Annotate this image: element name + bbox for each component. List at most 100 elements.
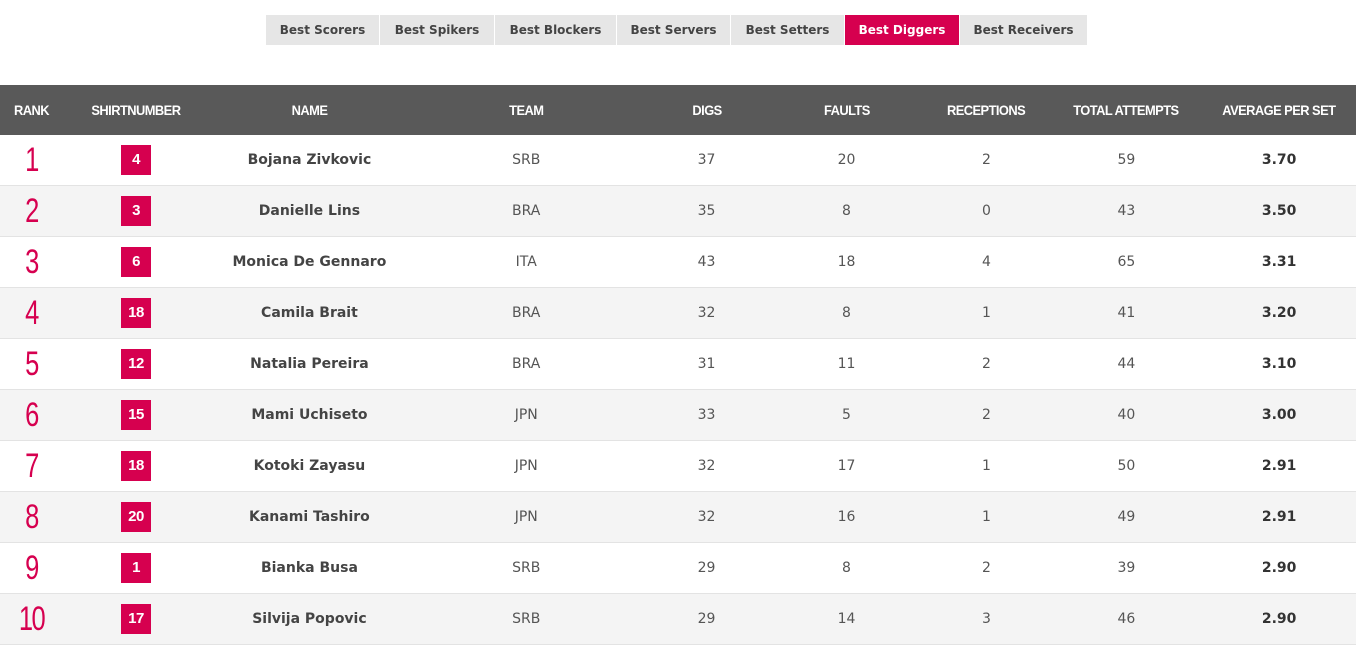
avg-value: 2.91 [1261, 458, 1297, 474]
shirt-number-badge: 1 [120, 553, 151, 583]
total-attempts-cell: 39 [1050, 560, 1202, 576]
tab-best-diggers[interactable]: Best Diggers [845, 15, 959, 45]
faults-value: 8 [842, 560, 851, 576]
team-value: JPN [514, 407, 538, 423]
shirt-number-badge: 20 [120, 502, 151, 532]
receptions-value: 2 [981, 407, 991, 423]
rank-cell: 8 [0, 498, 63, 537]
shirt-number-badge: 6 [120, 247, 151, 277]
tab-best-receivers[interactable]: Best Receivers [960, 15, 1087, 45]
header-rank[interactable]: RANK [3, 102, 61, 118]
average-per-set-cell: 2.90 [1202, 560, 1356, 576]
player-name[interactable]: Bianka Busa [261, 560, 358, 576]
table-row[interactable]: 4 18 Camila Brait BRA 32 8 1 41 3.20 [0, 288, 1356, 339]
digs-cell: 37 [643, 152, 771, 168]
faults-value: 5 [842, 407, 851, 423]
team-cell: JPN [410, 458, 643, 474]
team-cell: SRB [410, 152, 643, 168]
team-cell: SRB [410, 611, 643, 627]
receptions-value: 1 [981, 458, 991, 474]
rank-cell: 3 [0, 243, 63, 282]
total-value: 43 [1117, 203, 1136, 219]
player-name[interactable]: Danielle Lins [259, 203, 360, 219]
team-value: JPN [514, 458, 538, 474]
receptions-cell: 0 [922, 203, 1050, 219]
total-attempts-cell: 41 [1050, 305, 1202, 321]
header-team[interactable]: TEAM [419, 102, 633, 118]
table-row[interactable]: 6 15 Mami Uchiseto JPN 33 5 2 40 3.00 [0, 390, 1356, 441]
table-row[interactable]: 7 18 Kotoki Zayasu JPN 32 17 1 50 2.91 [0, 441, 1356, 492]
avg-value: 3.50 [1261, 203, 1297, 219]
team-cell: JPN [410, 407, 643, 423]
digs-value: 32 [697, 458, 716, 474]
shirt-number-cell: 18 [63, 298, 209, 328]
table-row[interactable]: 9 1 Bianka Busa SRB 29 8 2 39 2.90 [0, 543, 1356, 594]
player-name[interactable]: Silvija Popovic [252, 611, 366, 627]
average-per-set-cell: 3.10 [1202, 356, 1356, 372]
shirt-number-cell: 3 [63, 196, 209, 226]
rank-number: 6 [25, 395, 39, 434]
total-attempts-cell: 50 [1050, 458, 1202, 474]
receptions-cell: 2 [922, 407, 1050, 423]
player-name[interactable]: Bojana Zivkovic [248, 152, 372, 168]
tab-best-blockers[interactable]: Best Blockers [495, 15, 616, 45]
header-receptions[interactable]: RECEPTIONS [927, 102, 1045, 118]
team-value: ITA [515, 254, 537, 270]
avg-value: 2.91 [1261, 509, 1297, 525]
digs-cell: 32 [643, 305, 771, 321]
faults-value: 17 [837, 458, 856, 474]
team-value: JPN [514, 509, 538, 525]
table-row[interactable]: 1 4 Bojana Zivkovic SRB 37 20 2 59 3.70 [0, 135, 1356, 186]
player-name-cell: Natalia Pereira [209, 356, 410, 372]
rank-cell: 5 [0, 345, 63, 384]
digs-cell: 43 [643, 254, 771, 270]
tab-best-spikers[interactable]: Best Spikers [380, 15, 494, 45]
tab-best-setters[interactable]: Best Setters [731, 15, 844, 45]
header-shirtnumber[interactable]: SHIRTNUMBER [69, 102, 203, 118]
avg-value: 2.90 [1261, 611, 1297, 627]
table-row[interactable]: 5 12 Natalia Pereira BRA 31 11 2 44 3.10 [0, 339, 1356, 390]
tab-best-servers[interactable]: Best Servers [617, 15, 730, 45]
receptions-value: 3 [981, 611, 991, 627]
digs-value: 32 [697, 509, 716, 525]
table-row[interactable]: 3 6 Monica De Gennaro ITA 43 18 4 65 3.31 [0, 237, 1356, 288]
table-row[interactable]: 8 20 Kanami Tashiro JPN 32 16 1 49 2.91 [0, 492, 1356, 543]
player-name[interactable]: Camila Brait [261, 305, 358, 321]
header-name[interactable]: NAME [217, 102, 402, 118]
avg-value: 3.20 [1261, 305, 1297, 321]
rank-cell: 1 [0, 141, 63, 180]
header-total-attempts[interactable]: TOTAL ATTEMPTS [1057, 102, 1197, 118]
table-row[interactable]: 2 3 Danielle Lins BRA 35 8 0 43 3.50 [0, 186, 1356, 237]
total-value: 46 [1117, 611, 1136, 627]
team-value: SRB [512, 152, 541, 168]
receptions-value: 2 [981, 356, 991, 372]
digs-cell: 32 [643, 509, 771, 525]
rank-number: 3 [25, 242, 39, 281]
header-faults[interactable]: FAULTS [777, 102, 917, 118]
header-digs[interactable]: DIGS [648, 102, 766, 118]
digs-value: 29 [697, 560, 716, 576]
total-attempts-cell: 65 [1050, 254, 1202, 270]
total-value: 40 [1117, 407, 1136, 423]
receptions-cell: 1 [922, 458, 1050, 474]
team-value: SRB [512, 560, 541, 576]
receptions-value: 2 [981, 152, 991, 168]
digs-value: 29 [697, 611, 716, 627]
table-row[interactable]: 10 17 Silvija Popovic SRB 29 14 3 46 2.90 [0, 594, 1356, 645]
player-name-cell: Danielle Lins [209, 203, 410, 219]
average-per-set-cell: 2.91 [1202, 509, 1356, 525]
receptions-value: 1 [981, 509, 991, 525]
player-name[interactable]: Kanami Tashiro [249, 509, 370, 525]
player-name[interactable]: Mami Uchiseto [251, 407, 367, 423]
faults-value: 8 [842, 203, 851, 219]
shirt-number-badge: 12 [120, 349, 151, 379]
tab-best-scorers[interactable]: Best Scorers [266, 15, 379, 45]
digs-value: 37 [697, 152, 716, 168]
team-cell: ITA [410, 254, 643, 270]
shirt-number-cell: 20 [63, 502, 209, 532]
header-average-per-set[interactable]: AVERAGE PER SET [1208, 102, 1349, 118]
player-name[interactable]: Natalia Pereira [250, 356, 369, 372]
player-name[interactable]: Kotoki Zayasu [254, 458, 366, 474]
total-attempts-cell: 43 [1050, 203, 1202, 219]
player-name[interactable]: Monica De Gennaro [233, 254, 387, 270]
